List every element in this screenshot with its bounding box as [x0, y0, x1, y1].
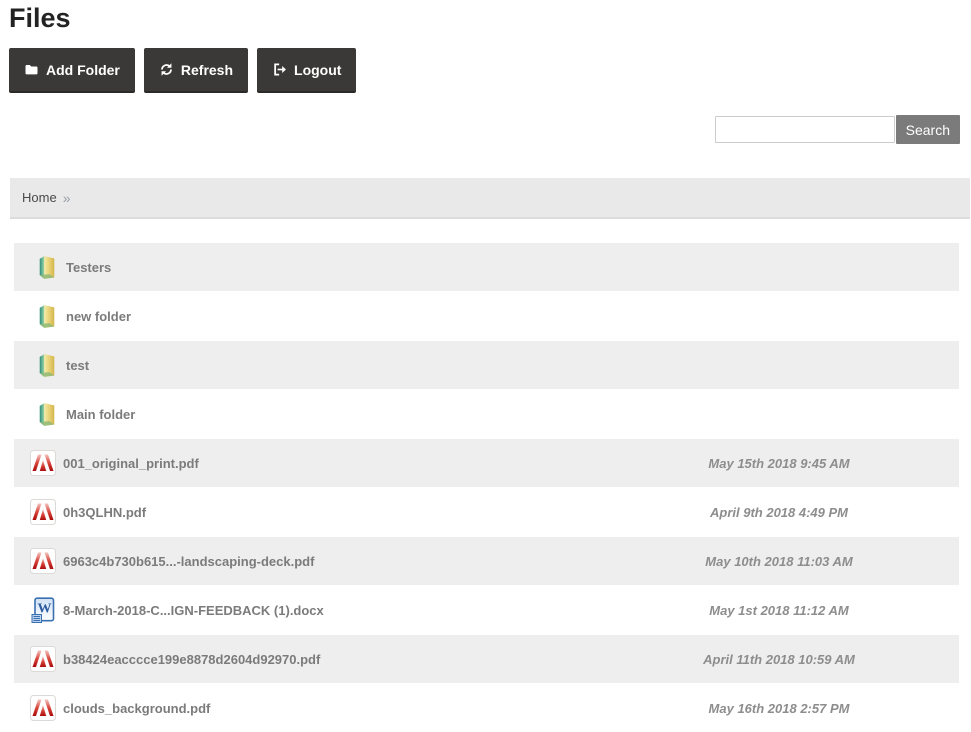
- pdf-icon: [30, 450, 56, 476]
- breadcrumb-separator-icon: »: [62, 189, 71, 206]
- list-item-file[interactable]: 6963c4b730b615...-landscaping-deck.pdf M…: [14, 537, 959, 585]
- refresh-label: Refresh: [180, 61, 234, 78]
- folder-icon: [37, 303, 57, 329]
- list-item-folder[interactable]: Main folder: [14, 390, 959, 438]
- item-date: May 16th 2018 2:57 PM: [708, 700, 850, 716]
- add-folder-label: Add Folder: [46, 61, 120, 78]
- list-item-folder[interactable]: test: [14, 341, 959, 389]
- refresh-button[interactable]: Refresh: [143, 48, 249, 93]
- list-item-file[interactable]: W 8-March-2018-C...IGN-FEEDBACK (1).docx…: [14, 586, 959, 634]
- pdf-icon: [30, 499, 56, 525]
- item-date: May 10th 2018 11:03 AM: [705, 553, 853, 569]
- list-item-folder[interactable]: Testers: [14, 243, 959, 291]
- add-folder-button[interactable]: Add Folder: [9, 48, 135, 93]
- pdf-icon: [30, 695, 56, 721]
- word-icon: W: [30, 597, 56, 623]
- item-name: b38424eacccce199e8878d2604d92970.pdf: [63, 651, 321, 667]
- toolbar: Add Folder Refresh Logout: [0, 48, 971, 93]
- file-list: Testers new folder test Main folder 001_…: [14, 243, 959, 732]
- list-item-folder[interactable]: new folder: [14, 292, 959, 340]
- item-name: 8-March-2018-C...IGN-FEEDBACK (1).docx: [63, 602, 324, 618]
- logout-icon: [272, 62, 287, 77]
- folder-icon: [37, 401, 57, 427]
- item-date: April 11th 2018 10:59 AM: [703, 651, 855, 667]
- item-name: Testers: [66, 259, 112, 275]
- item-name: clouds_background.pdf: [63, 700, 211, 716]
- folder-icon: [37, 352, 57, 378]
- search-bar: Search: [0, 115, 971, 144]
- pdf-icon: [30, 548, 56, 574]
- list-item-file[interactable]: 001_original_print.pdf May 15th 2018 9:4…: [14, 439, 959, 487]
- logout-label: Logout: [294, 61, 342, 78]
- search-input[interactable]: [714, 116, 895, 143]
- item-name: 0h3QLHN.pdf: [63, 504, 147, 520]
- breadcrumb-home-link[interactable]: Home: [22, 190, 57, 205]
- item-name: new folder: [66, 308, 132, 324]
- breadcrumb: Home »: [10, 178, 970, 219]
- pdf-icon: [30, 646, 56, 672]
- list-item-file[interactable]: 0h3QLHN.pdf April 9th 2018 4:49 PM: [14, 488, 959, 536]
- folder-icon: [24, 62, 39, 77]
- refresh-icon: [159, 62, 174, 77]
- item-date: April 9th 2018 4:49 PM: [710, 504, 848, 520]
- logout-button[interactable]: Logout: [257, 48, 357, 93]
- page-title: Files: [9, 3, 71, 33]
- folder-icon: [37, 254, 57, 280]
- list-item-file[interactable]: b38424eacccce199e8878d2604d92970.pdf Apr…: [14, 635, 959, 683]
- item-date: May 15th 2018 9:45 AM: [708, 455, 850, 471]
- list-item-file[interactable]: clouds_background.pdf May 16th 2018 2:57…: [14, 684, 959, 732]
- item-name: 6963c4b730b615...-landscaping-deck.pdf: [63, 553, 315, 569]
- item-name: test: [66, 357, 90, 373]
- item-date: May 1st 2018 11:12 AM: [709, 602, 849, 618]
- item-name: 001_original_print.pdf: [63, 455, 199, 471]
- item-name: Main folder: [66, 406, 136, 422]
- search-button[interactable]: Search: [895, 115, 960, 144]
